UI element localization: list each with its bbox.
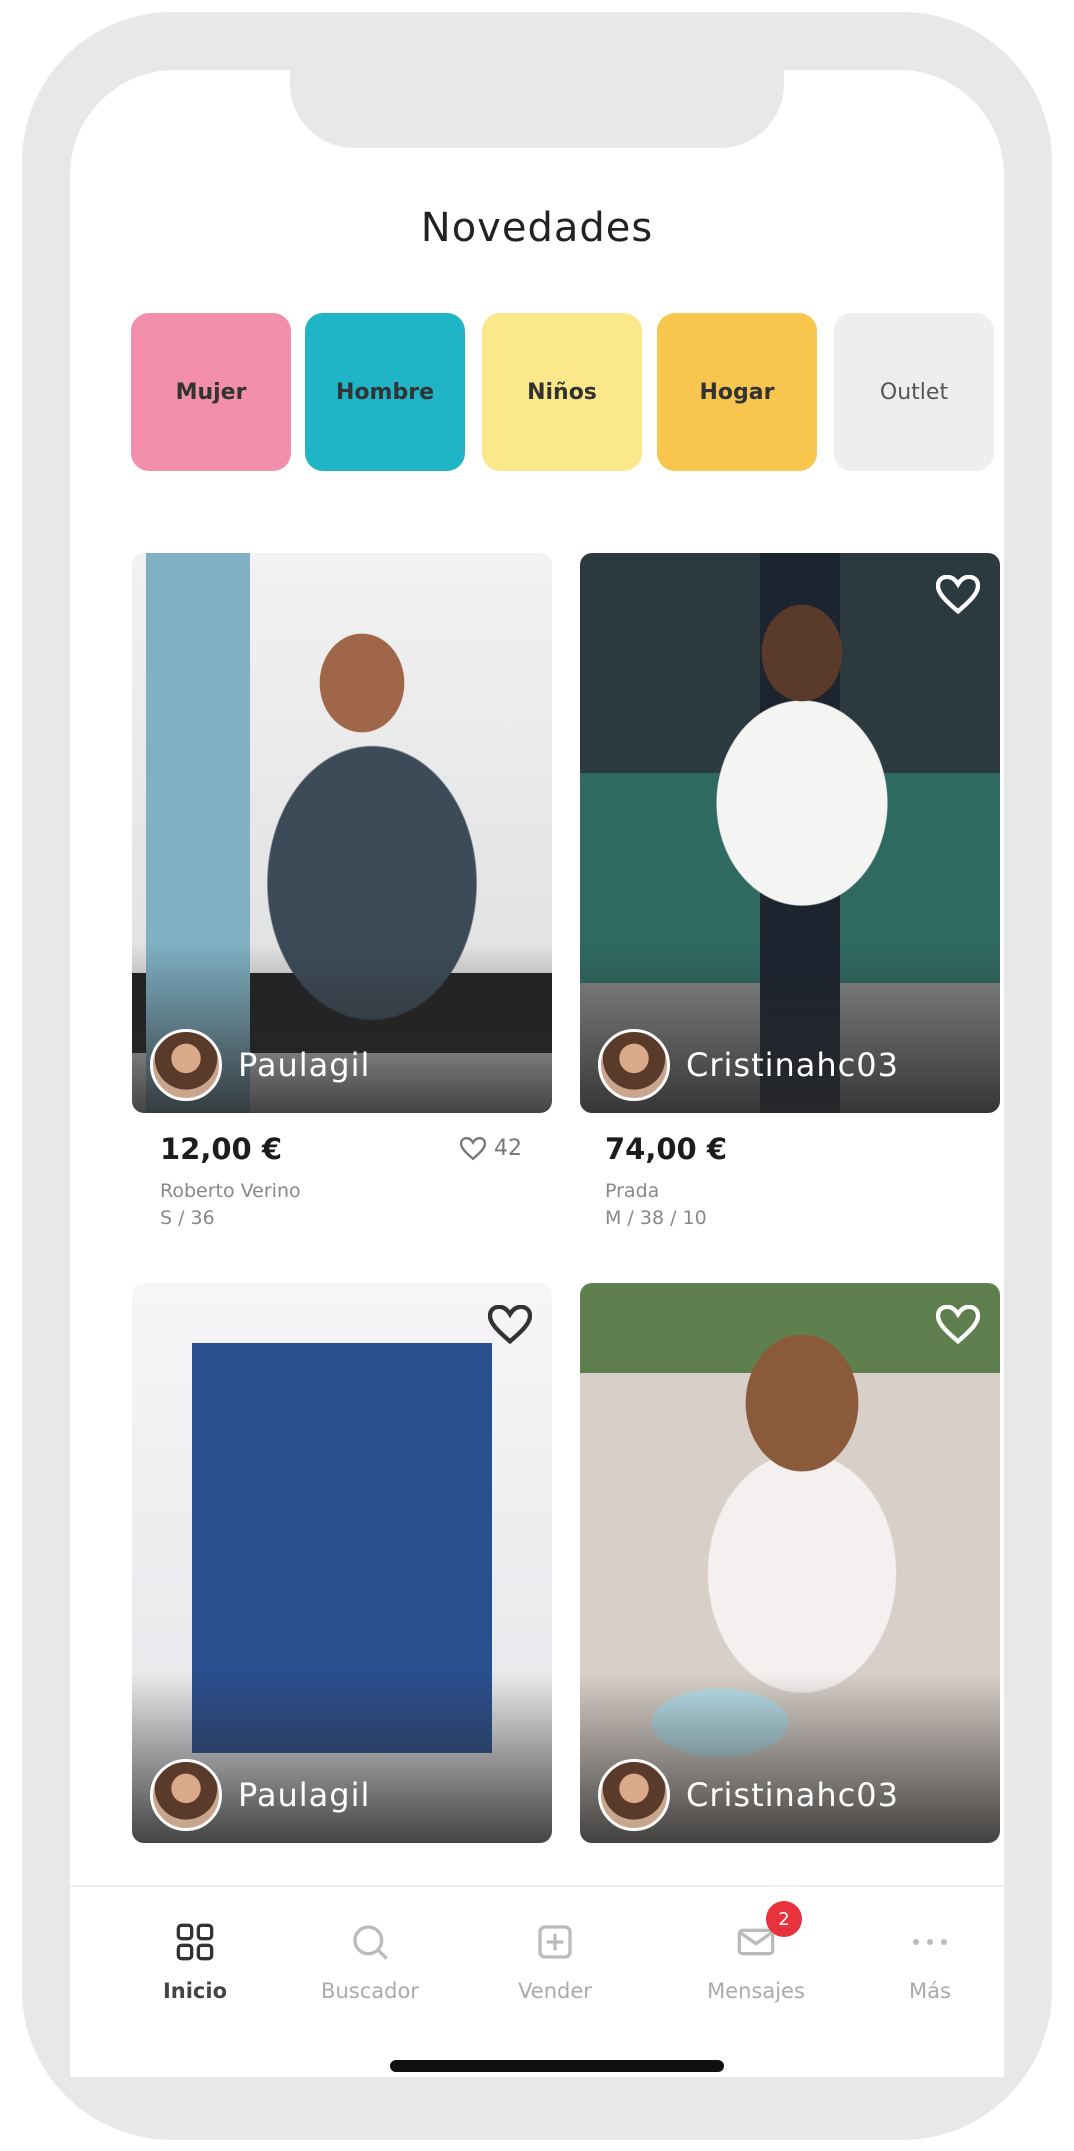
tab-label: Vender bbox=[518, 1979, 592, 2003]
home-indicator[interactable] bbox=[390, 2060, 724, 2072]
product-meta: Roberto Verino S / 36 bbox=[160, 1178, 301, 1232]
search-icon bbox=[290, 1915, 450, 1969]
tab-buscador[interactable]: Buscador bbox=[290, 1915, 450, 2003]
seller-avatar bbox=[150, 1029, 222, 1101]
seller-info: Paulagil bbox=[150, 1759, 370, 1831]
like-count-value: 42 bbox=[494, 1136, 522, 1161]
seller-info: Cristinahc03 bbox=[598, 1759, 899, 1831]
category-chip-hogar[interactable]: Hogar bbox=[657, 313, 817, 471]
tab-mas[interactable]: Más bbox=[850, 1915, 1010, 2003]
product-brand: Roberto Verino bbox=[160, 1180, 301, 1202]
mail-icon: 2 bbox=[676, 1901, 836, 1969]
category-chip-hombre[interactable]: Hombre bbox=[305, 313, 465, 471]
product-price: 74,00 € bbox=[605, 1132, 728, 1166]
seller-name: Cristinahc03 bbox=[686, 1776, 899, 1814]
heart-icon[interactable] bbox=[934, 571, 982, 619]
heart-icon[interactable] bbox=[934, 1301, 982, 1349]
sell-icon bbox=[475, 1915, 635, 1969]
tab-label: Buscador bbox=[321, 1979, 419, 2003]
heart-outline-icon bbox=[460, 1136, 486, 1160]
category-chip-mujer[interactable]: Mujer bbox=[131, 313, 291, 471]
product-card[interactable]: Paulagil bbox=[132, 1283, 552, 1843]
tab-mensajes[interactable]: 2 Mensajes bbox=[676, 1901, 836, 2003]
category-chip-outlet[interactable]: Outlet bbox=[834, 313, 994, 471]
product-card[interactable]: Paulagil bbox=[132, 553, 552, 1113]
seller-info: Paulagil bbox=[150, 1029, 370, 1101]
seller-avatar bbox=[598, 1759, 670, 1831]
seller-name: Cristinahc03 bbox=[686, 1046, 899, 1084]
tab-label: Más bbox=[909, 1979, 951, 2003]
unread-badge: 2 bbox=[766, 1901, 802, 1937]
seller-info: Cristinahc03 bbox=[598, 1029, 899, 1101]
phone-notch bbox=[290, 70, 784, 148]
category-chip-ninos[interactable]: Niños bbox=[482, 313, 642, 471]
tab-label: Mensajes bbox=[707, 1979, 805, 2003]
seller-avatar bbox=[598, 1029, 670, 1101]
seller-name: Paulagil bbox=[238, 1776, 371, 1814]
tab-label: Inicio bbox=[162, 1979, 228, 2003]
product-card[interactable]: Cristinahc03 bbox=[580, 553, 1000, 1113]
product-brand: Prada bbox=[605, 1180, 660, 1202]
product-meta: Prada M / 38 / 10 bbox=[605, 1178, 707, 1232]
page-title: Novedades bbox=[420, 205, 654, 251]
product-size: S / 36 bbox=[160, 1207, 215, 1229]
product-card[interactable]: Cristinahc03 bbox=[580, 1283, 1000, 1843]
grid-icon bbox=[115, 1915, 275, 1969]
seller-name: Paulagil bbox=[238, 1046, 371, 1084]
like-count[interactable]: 42 bbox=[460, 1136, 522, 1161]
seller-avatar bbox=[150, 1759, 222, 1831]
product-size: M / 38 / 10 bbox=[605, 1207, 707, 1229]
heart-icon[interactable] bbox=[486, 1301, 534, 1349]
more-icon bbox=[850, 1915, 1010, 1969]
tab-vender[interactable]: Vender bbox=[475, 1915, 635, 2003]
tab-inicio[interactable]: Inicio bbox=[115, 1915, 275, 2003]
product-price: 12,00 € bbox=[160, 1132, 283, 1166]
